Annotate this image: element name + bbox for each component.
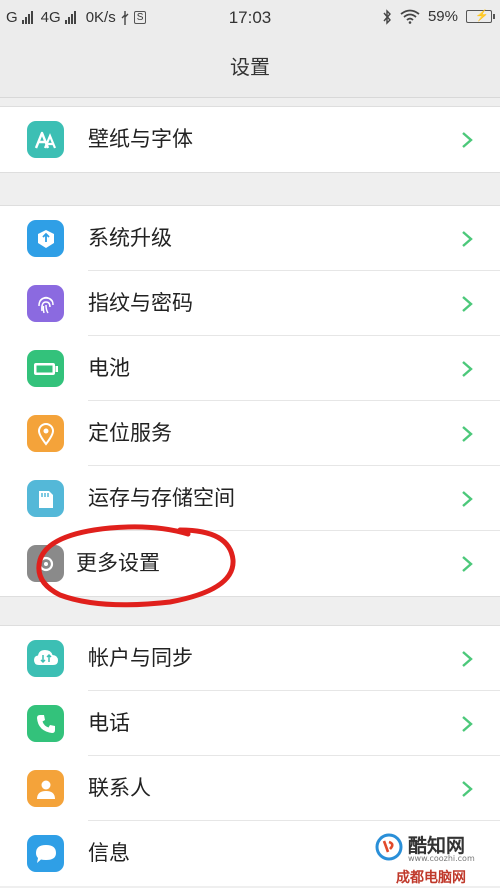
account-sync-icon	[27, 640, 64, 677]
chevron-right-icon	[462, 556, 473, 572]
settings-item-label: 系统升级	[88, 226, 172, 250]
chevron-right-icon	[462, 361, 473, 377]
chevron-right-icon	[462, 716, 473, 732]
fingerprint-icon	[27, 285, 64, 322]
watermark-sub: 成都电脑网	[396, 870, 466, 886]
chevron-right-icon	[462, 651, 473, 667]
settings-item-contacts[interactable]: 联系人	[0, 756, 500, 821]
status-bar-right: 59% ⚡	[382, 8, 495, 25]
storage-icon	[27, 480, 64, 517]
settings-item-label: 定位服务	[88, 421, 172, 445]
settings-item-fingerprint-password[interactable]: 指纹与密码	[0, 271, 500, 336]
bluetooth-icon	[383, 8, 391, 25]
settings-item-account-sync[interactable]: 帐户与同步	[0, 626, 500, 691]
chevron-right-icon	[462, 426, 473, 442]
settings-item-label: 更多设置	[76, 551, 160, 575]
chevron-right-icon	[462, 781, 473, 797]
page-title: 设置	[0, 36, 500, 98]
settings-item-location[interactable]: 定位服务	[0, 401, 500, 466]
settings-item-more-settings[interactable]: 更多设置	[0, 531, 500, 596]
settings-group-system: 系统升级 指纹与密码 电池 定位服务 运存与存储空间 更多设置	[0, 205, 500, 597]
battery-icon: ⚡	[466, 10, 495, 23]
settings-item-label: 指纹与密码	[88, 291, 193, 315]
settings-group-display: 壁纸与字体	[0, 106, 500, 173]
settings-item-storage[interactable]: 运存与存储空间	[0, 466, 500, 531]
more-settings-icon	[27, 545, 64, 582]
settings-item-label: 信息	[88, 841, 130, 865]
settings-item-label: 电话	[88, 711, 130, 735]
settings-item-label: 联系人	[88, 776, 151, 800]
phone-icon	[27, 705, 64, 742]
chevron-right-icon	[462, 491, 473, 507]
watermark-url: www.coozhi.com	[408, 854, 475, 863]
settings-item-battery[interactable]: 电池	[0, 336, 500, 401]
system-update-icon	[27, 220, 64, 257]
battery-icon	[27, 350, 64, 387]
settings-item-label: 运存与存储空间	[88, 486, 235, 510]
location-icon	[27, 415, 64, 452]
settings-item-label: 壁纸与字体	[88, 127, 193, 151]
wallpaper-font-icon	[27, 121, 64, 158]
settings-item-phone[interactable]: 电话	[0, 691, 500, 756]
settings-item-wallpaper-font[interactable]: 壁纸与字体	[0, 107, 500, 172]
message-icon	[27, 835, 64, 872]
chevron-right-icon	[462, 132, 473, 148]
wifi-icon	[400, 9, 420, 24]
watermark: 酷知网 www.coozhi.com 成都电脑网	[372, 826, 494, 886]
settings-item-label: 帐户与同步	[88, 646, 193, 670]
chevron-right-icon	[462, 231, 473, 247]
settings-item-label: 电池	[88, 356, 130, 380]
status-bar: G 4G 0K/s S 17:03 59% ⚡	[0, 0, 500, 36]
settings-item-system-update[interactable]: 系统升级	[0, 206, 500, 271]
battery-percent: 59%	[427, 8, 458, 25]
coozhi-logo-icon	[375, 833, 403, 861]
chevron-right-icon	[462, 296, 473, 312]
contacts-icon	[27, 770, 64, 807]
